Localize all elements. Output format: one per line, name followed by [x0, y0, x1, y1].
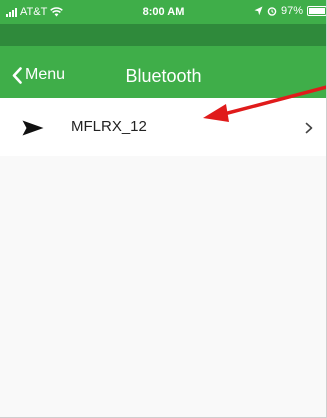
- chevron-right-icon: [305, 122, 313, 134]
- status-right: 97%: [254, 5, 327, 17]
- status-bar: AT&T 8:00 AM 97%: [0, 0, 327, 24]
- header-band: [0, 24, 327, 46]
- battery-fill: [309, 8, 325, 14]
- battery-icon: [307, 6, 327, 16]
- alarm-icon: [267, 7, 277, 16]
- device-name: MFLRX_12: [71, 118, 147, 135]
- bluetooth-screen: AT&T 8:00 AM 97% Menu Bluetooth MFLRX_12: [0, 0, 327, 418]
- device-row-mflrx-12[interactable]: MFLRX_12: [0, 98, 327, 156]
- battery-percentage: 97%: [280, 5, 303, 17]
- paper-plane-icon: [22, 120, 44, 136]
- page-title: Bluetooth: [125, 66, 202, 86]
- navigation-bar: Menu Bluetooth: [0, 46, 327, 98]
- location-icon: [254, 6, 263, 16]
